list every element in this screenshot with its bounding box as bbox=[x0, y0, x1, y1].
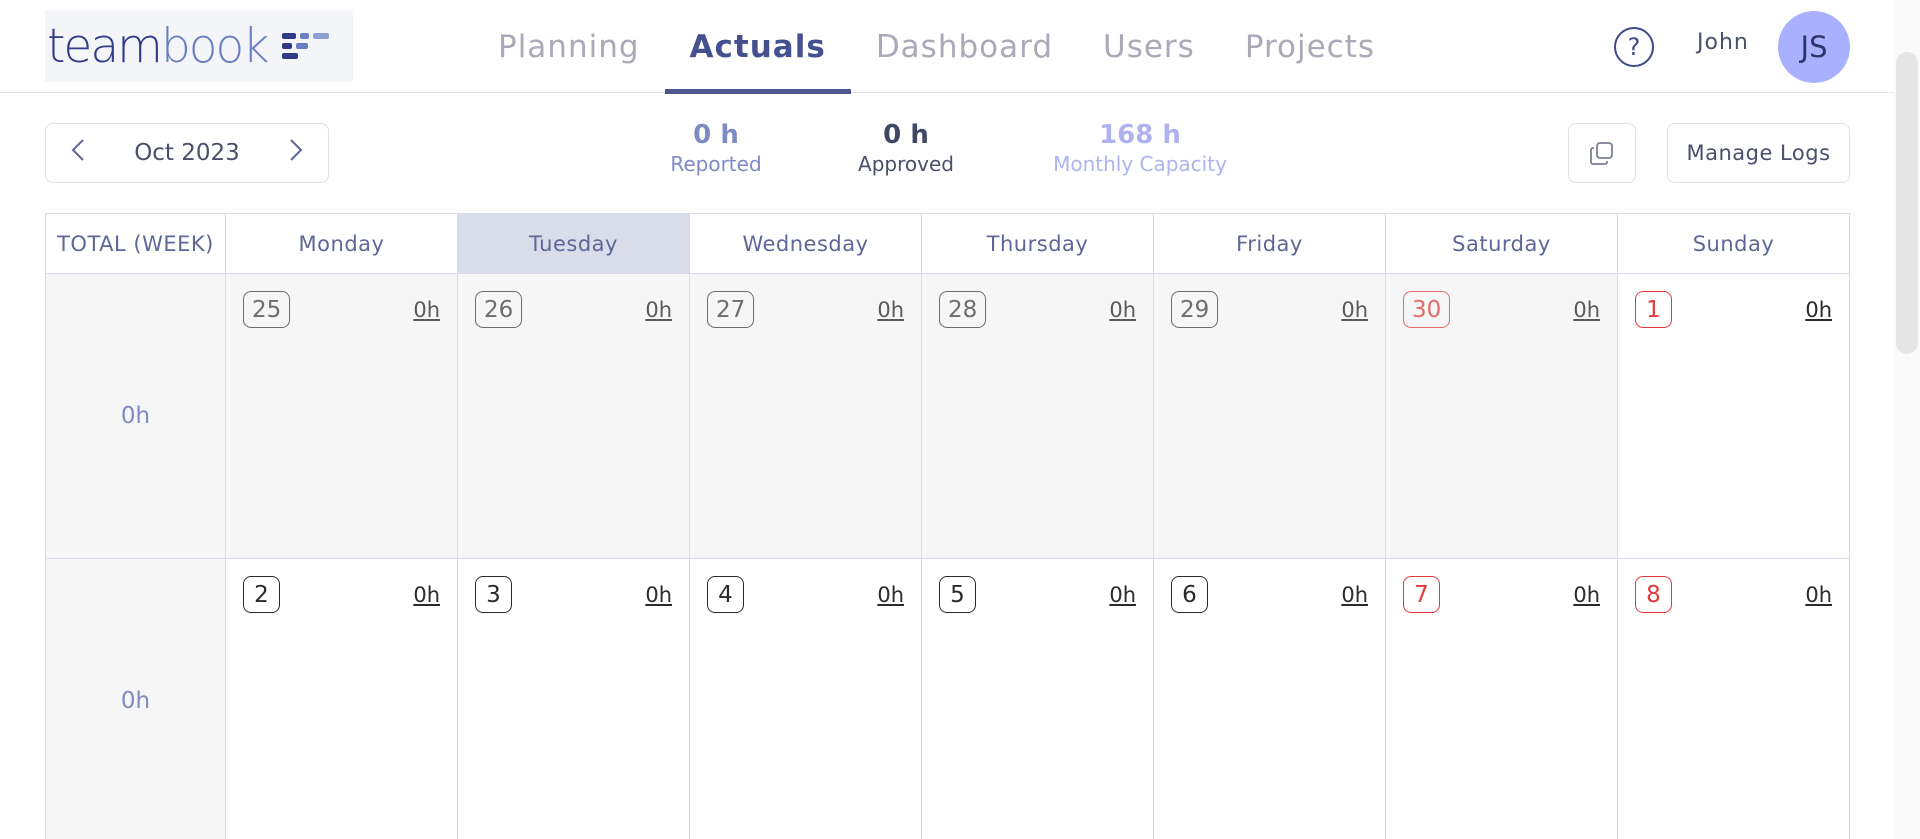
header-tuesday: Tuesday bbox=[458, 214, 690, 274]
day-cell[interactable]: 26 0h bbox=[458, 274, 690, 559]
month-label: Oct 2023 bbox=[134, 140, 240, 166]
date-badge: 28 bbox=[939, 291, 987, 328]
day-hours-link[interactable]: 0h bbox=[1341, 298, 1368, 322]
day-cell[interactable]: 7 0h bbox=[1386, 559, 1618, 839]
stat-approved: 0 h Approved bbox=[848, 120, 964, 176]
stat-approved-value: 0 h bbox=[883, 120, 929, 150]
header-total-week: TOTAL (WEEK) bbox=[46, 214, 226, 274]
stat-capacity: 168 h Monthly Capacity bbox=[1045, 120, 1235, 176]
copy-icon bbox=[1590, 142, 1613, 165]
header-sunday: Sunday bbox=[1618, 214, 1850, 274]
date-badge: 7 bbox=[1403, 576, 1440, 613]
stat-reported-label: Reported bbox=[670, 152, 762, 176]
day-hours-link[interactable]: 0h bbox=[877, 298, 904, 322]
date-badge: 4 bbox=[707, 576, 744, 613]
week-row: 0h 25 0h 26 0h 27 0h 28 0h 29 0h 30 0h 1… bbox=[46, 274, 1851, 559]
date-badge: 2 bbox=[243, 576, 280, 613]
date-badge: 25 bbox=[243, 291, 291, 328]
day-cell[interactable]: 1 0h bbox=[1618, 274, 1850, 559]
day-hours-link[interactable]: 0h bbox=[1109, 298, 1136, 322]
copy-button[interactable] bbox=[1568, 123, 1636, 183]
chevron-right-icon[interactable] bbox=[286, 138, 306, 169]
header-monday: Monday bbox=[226, 214, 458, 274]
stat-reported: 0 h Reported bbox=[662, 120, 770, 176]
day-cell[interactable]: 5 0h bbox=[922, 559, 1154, 839]
avatar[interactable]: JS bbox=[1778, 11, 1850, 83]
date-badge: 26 bbox=[475, 291, 523, 328]
day-hours-link[interactable]: 0h bbox=[1109, 583, 1136, 607]
tab-actuals[interactable]: Actuals bbox=[664, 0, 852, 94]
day-cell[interactable]: 6 0h bbox=[1154, 559, 1386, 839]
day-cell[interactable]: 4 0h bbox=[690, 559, 922, 839]
tab-planning[interactable]: Planning bbox=[473, 0, 665, 93]
header-friday: Friday bbox=[1154, 214, 1386, 274]
date-badge: 29 bbox=[1171, 291, 1219, 328]
week-row: 0h 2 0h 3 0h 4 0h 5 0h 6 0h 7 0h 8 0h bbox=[46, 559, 1851, 839]
day-cell[interactable]: 29 0h bbox=[1154, 274, 1386, 559]
day-hours-link[interactable]: 0h bbox=[413, 298, 440, 322]
day-cell[interactable]: 28 0h bbox=[922, 274, 1154, 559]
actuals-calendar: TOTAL (WEEK) Monday Tuesday Wednesday Th… bbox=[45, 213, 1851, 839]
user-name[interactable]: John bbox=[1697, 30, 1749, 55]
day-cell[interactable]: 30 0h bbox=[1386, 274, 1618, 559]
date-badge: 6 bbox=[1171, 576, 1208, 613]
calendar-header: TOTAL (WEEK) Monday Tuesday Wednesday Th… bbox=[46, 214, 1851, 274]
header-saturday: Saturday bbox=[1386, 214, 1618, 274]
logo-text: teambook bbox=[47, 18, 269, 74]
tab-users[interactable]: Users bbox=[1078, 0, 1220, 93]
logo-mark-icon bbox=[281, 33, 329, 59]
day-cell[interactable]: 25 0h bbox=[226, 274, 458, 559]
day-hours-link[interactable]: 0h bbox=[413, 583, 440, 607]
header-thursday: Thursday bbox=[922, 214, 1154, 274]
stat-reported-value: 0 h bbox=[693, 120, 739, 150]
help-icon[interactable]: ? bbox=[1614, 27, 1654, 67]
tab-projects[interactable]: Projects bbox=[1220, 0, 1400, 93]
scrollbar-thumb[interactable] bbox=[1896, 52, 1918, 354]
chevron-left-icon[interactable] bbox=[68, 138, 88, 169]
day-hours-link[interactable]: 0h bbox=[1573, 298, 1600, 322]
header-wednesday: Wednesday bbox=[690, 214, 922, 274]
week-total: 0h bbox=[46, 274, 226, 559]
month-picker: Oct 2023 bbox=[45, 123, 329, 183]
day-cell[interactable]: 8 0h bbox=[1618, 559, 1850, 839]
tab-dashboard[interactable]: Dashboard bbox=[851, 0, 1078, 93]
date-badge: 30 bbox=[1403, 291, 1451, 328]
day-hours-link[interactable]: 0h bbox=[645, 583, 672, 607]
week-total: 0h bbox=[46, 559, 226, 839]
day-cell[interactable]: 3 0h bbox=[458, 559, 690, 839]
day-hours-link[interactable]: 0h bbox=[877, 583, 904, 607]
date-badge: 27 bbox=[707, 291, 755, 328]
stat-capacity-value: 168 h bbox=[1099, 120, 1181, 150]
stat-approved-label: Approved bbox=[858, 152, 954, 176]
day-hours-link[interactable]: 0h bbox=[645, 298, 672, 322]
day-hours-link[interactable]: 0h bbox=[1573, 583, 1600, 607]
day-cell[interactable]: 2 0h bbox=[226, 559, 458, 839]
stat-capacity-label: Monthly Capacity bbox=[1053, 152, 1227, 176]
manage-logs-button[interactable]: Manage Logs bbox=[1667, 123, 1850, 183]
day-cell[interactable]: 27 0h bbox=[690, 274, 922, 559]
main-nav: Planning Actuals Dashboard Users Project… bbox=[473, 0, 1400, 94]
day-hours-link[interactable]: 0h bbox=[1341, 583, 1368, 607]
date-badge: 3 bbox=[475, 576, 512, 613]
day-hours-link[interactable]: 0h bbox=[1805, 298, 1832, 322]
date-badge: 5 bbox=[939, 576, 976, 613]
date-badge: 1 bbox=[1635, 291, 1672, 328]
date-badge: 8 bbox=[1635, 576, 1672, 613]
day-hours-link[interactable]: 0h bbox=[1805, 583, 1832, 607]
teambook-logo[interactable]: teambook bbox=[45, 10, 353, 82]
top-header: teambook Planning Actuals Dashboard User… bbox=[0, 0, 1920, 94]
